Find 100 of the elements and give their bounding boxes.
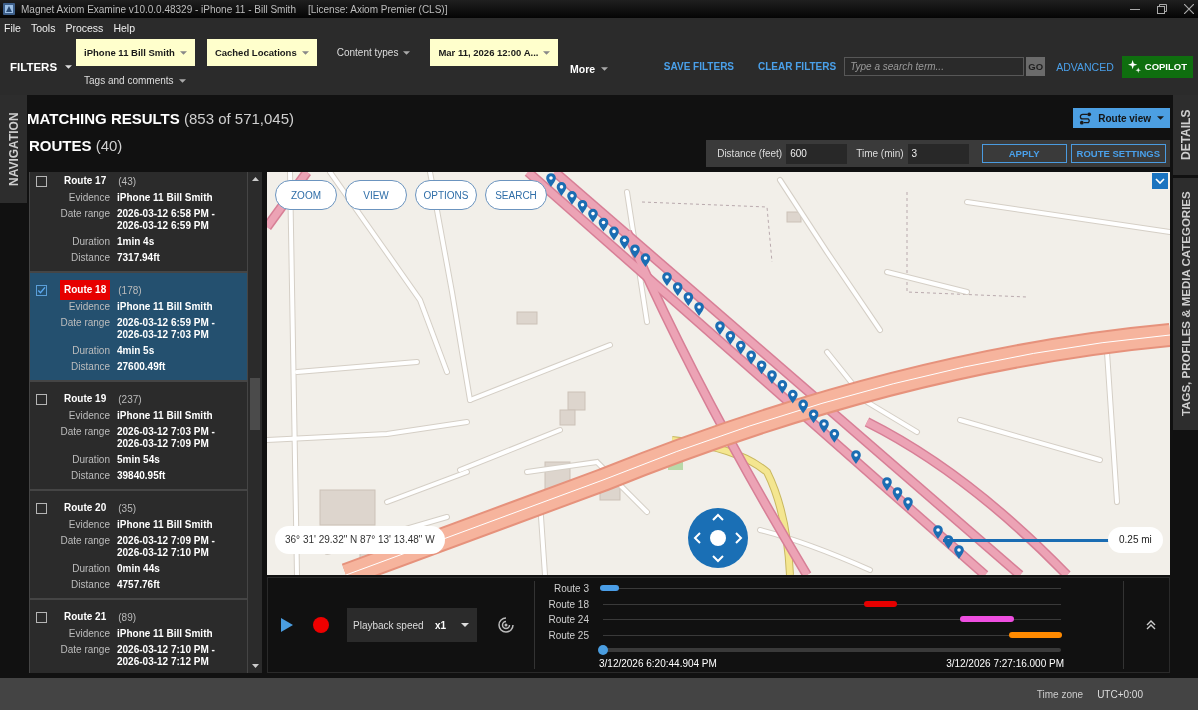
- route-item[interactable]: Route 21 (89) Evidence iPhone 11 Bill Smith Date range 2026-03-12 7:10 PM - 2026-03-12 7:12 PM: [30, 600, 247, 673]
- caret-icon: [1157, 116, 1164, 120]
- side-tab[interactable]: TAGS, PROFILES & MEDIA CATEGORIES: [1173, 178, 1198, 430]
- param-label: Distance (feet): [717, 148, 783, 159]
- map-pin-icon: [694, 302, 704, 316]
- timeline-bar[interactable]: [863, 600, 898, 607]
- filters-dropdown[interactable]: FILTERS: [10, 60, 73, 73]
- status-label: Time zone: [1036, 688, 1084, 700]
- checkbox[interactable]: [36, 502, 47, 514]
- menu-item[interactable]: Help: [113, 22, 135, 34]
- route-count: (35): [118, 502, 137, 514]
- scroll-up-icon[interactable]: [251, 177, 259, 181]
- field-label: Date range: [59, 644, 110, 657]
- play-icon[interactable]: [281, 618, 293, 632]
- checkbox[interactable]: [36, 175, 47, 187]
- field-value: 27600.49ft: [117, 361, 167, 373]
- map-pin-icon: [954, 545, 964, 559]
- route-item[interactable]: Route 20 (35) Evidence iPhone 11 Bill Smith Date range 2026-03-12 7:09 PM - 2026-03-12 7:10 PM Duration 0min 44s Distance 4757.76ft: [30, 491, 247, 598]
- menu-item[interactable]: File: [4, 22, 21, 34]
- checkbox[interactable]: [36, 284, 47, 296]
- route-item[interactable]: Route 19 (237) Evidence iPhone 11 Bill Smith Date range 2026-03-12 7:03 PM - 2026-03-12 7:09 PM Duration 5min 54s Distance 39840.95ft: [30, 382, 247, 489]
- map-pin-icon: [798, 399, 808, 414]
- map-pin-icon: [903, 497, 913, 511]
- chevron-down-icon[interactable]: [1152, 173, 1168, 189]
- record-icon[interactable]: [313, 617, 329, 633]
- field-value: iPhone 11 Bill Smith: [117, 519, 214, 531]
- route-title: Route 20: [63, 501, 108, 515]
- filter-action-link[interactable]: SAVE FILTERS: [663, 61, 735, 72]
- field-value: iPhone 11 Bill Smith: [117, 628, 214, 640]
- map-pin-icon: [715, 321, 725, 335]
- field-value: 2026-03-12 6:58 PM - 2026-03-12 6:59 PM: [117, 208, 216, 232]
- timeline-bar[interactable]: [600, 585, 620, 592]
- sparkle-icon: [1127, 60, 1141, 73]
- checkbox[interactable]: [36, 393, 47, 405]
- field-label: Evidence: [67, 519, 110, 531]
- map-pin-icon: [588, 208, 598, 223]
- map-button[interactable]: ZOOM: [275, 180, 337, 210]
- close-icon[interactable]: [1184, 4, 1194, 14]
- field-value: iPhone 11 Bill Smith: [117, 301, 214, 313]
- map-pin-icon: [567, 191, 577, 205]
- filter-dropdown[interactable]: Cached Locations: [206, 39, 317, 66]
- target-icon[interactable]: [498, 617, 514, 633]
- field-label: Distance: [70, 252, 110, 264]
- map-pin-icon: [788, 389, 798, 404]
- route-item[interactable]: Route 18 (178) Evidence iPhone 11 Bill Smith Date range 2026-03-12 6:59 PM - 2026-03-12 7:03 PM Duration 4min 5s Distance 27600.49ft: [30, 273, 247, 380]
- restore-icon[interactable]: [1157, 4, 1167, 14]
- field-value: iPhone 11 Bill Smith: [117, 410, 214, 422]
- map-button[interactable]: SEARCH: [485, 180, 547, 210]
- route-count: (89): [118, 611, 137, 623]
- map-button[interactable]: OPTIONS: [415, 180, 477, 210]
- timeline-bar[interactable]: [960, 616, 1014, 623]
- field-value: iPhone 11 Bill Smith: [117, 192, 214, 204]
- field-label: Duration: [71, 563, 110, 575]
- param-input[interactable]: 3: [907, 143, 969, 164]
- playhead-handle[interactable]: [598, 645, 608, 655]
- route-view-dropdown[interactable]: Route view: [1073, 108, 1170, 128]
- caret-icon: [179, 50, 187, 55]
- filter-dropdown[interactable]: Mar 11, 2026 12:00 A...: [430, 39, 559, 66]
- scale-label: 0.25 mi: [1108, 527, 1163, 553]
- pan-control[interactable]: [688, 508, 748, 568]
- route-param-button[interactable]: ROUTE SETTINGS: [1070, 144, 1166, 163]
- advanced-link[interactable]: ADVANCED: [1056, 60, 1114, 73]
- field-label: Duration: [71, 345, 110, 357]
- param-input[interactable]: 600: [786, 143, 848, 164]
- field-value: 39840.95ft: [117, 470, 167, 482]
- filter-dropdown[interactable]: Tags and comments: [76, 67, 194, 94]
- more-dropdown[interactable]: More: [570, 62, 609, 75]
- field-label: Evidence: [67, 410, 110, 422]
- app-icon: [3, 3, 15, 15]
- route-title: Route 18: [60, 280, 111, 300]
- filter-action-link[interactable]: CLEAR FILTERS: [758, 61, 837, 72]
- copilot-button[interactable]: COPILOT: [1121, 55, 1193, 78]
- double-chevron-up-icon[interactable]: [1146, 620, 1156, 630]
- time-label: 3/12/2026 7:27:16.000 PM: [946, 657, 1064, 671]
- field-label: Distance: [70, 579, 110, 591]
- scroll-down-icon[interactable]: [251, 664, 259, 668]
- route-count: (178): [118, 284, 142, 296]
- route-item[interactable]: Route 17 (43) Evidence iPhone 11 Bill Smith Date range 2026-03-12 6:58 PM - 2026-03-12 6:59 PM Duration 1min 4s Distance 7317.94ft: [30, 172, 247, 271]
- map-pin-icon: [640, 253, 651, 268]
- filter-dropdown[interactable]: iPhone 11 Bill Smith: [76, 39, 195, 66]
- field-value: 7317.94ft: [117, 252, 161, 264]
- map-pin-icon: [933, 525, 943, 539]
- track-label: Route 25: [547, 628, 589, 643]
- scrollbar-thumb[interactable]: [250, 378, 260, 430]
- map-button[interactable]: VIEW: [345, 180, 407, 210]
- menu-item[interactable]: Tools: [30, 22, 56, 34]
- route-param-button[interactable]: APPLY: [981, 144, 1067, 163]
- filter-dropdown[interactable]: Content types: [328, 39, 419, 66]
- timeline-bar[interactable]: [1008, 631, 1063, 638]
- field-label: Date range: [59, 426, 110, 439]
- map-pin-icon: [892, 487, 903, 501]
- track-label: Route 18: [547, 597, 589, 612]
- search-field[interactable]: Type a search term...: [844, 57, 1025, 76]
- playback-speed-dropdown[interactable]: Playback speed x1: [347, 608, 477, 642]
- checkbox[interactable]: [36, 611, 47, 623]
- field-label: Duration: [71, 454, 110, 466]
- side-tab[interactable]: DETAILS: [1173, 95, 1198, 175]
- menu-item[interactable]: Process: [65, 22, 104, 34]
- field-label: Duration: [71, 236, 110, 248]
- side-tab[interactable]: NAVIGATION: [0, 95, 27, 203]
